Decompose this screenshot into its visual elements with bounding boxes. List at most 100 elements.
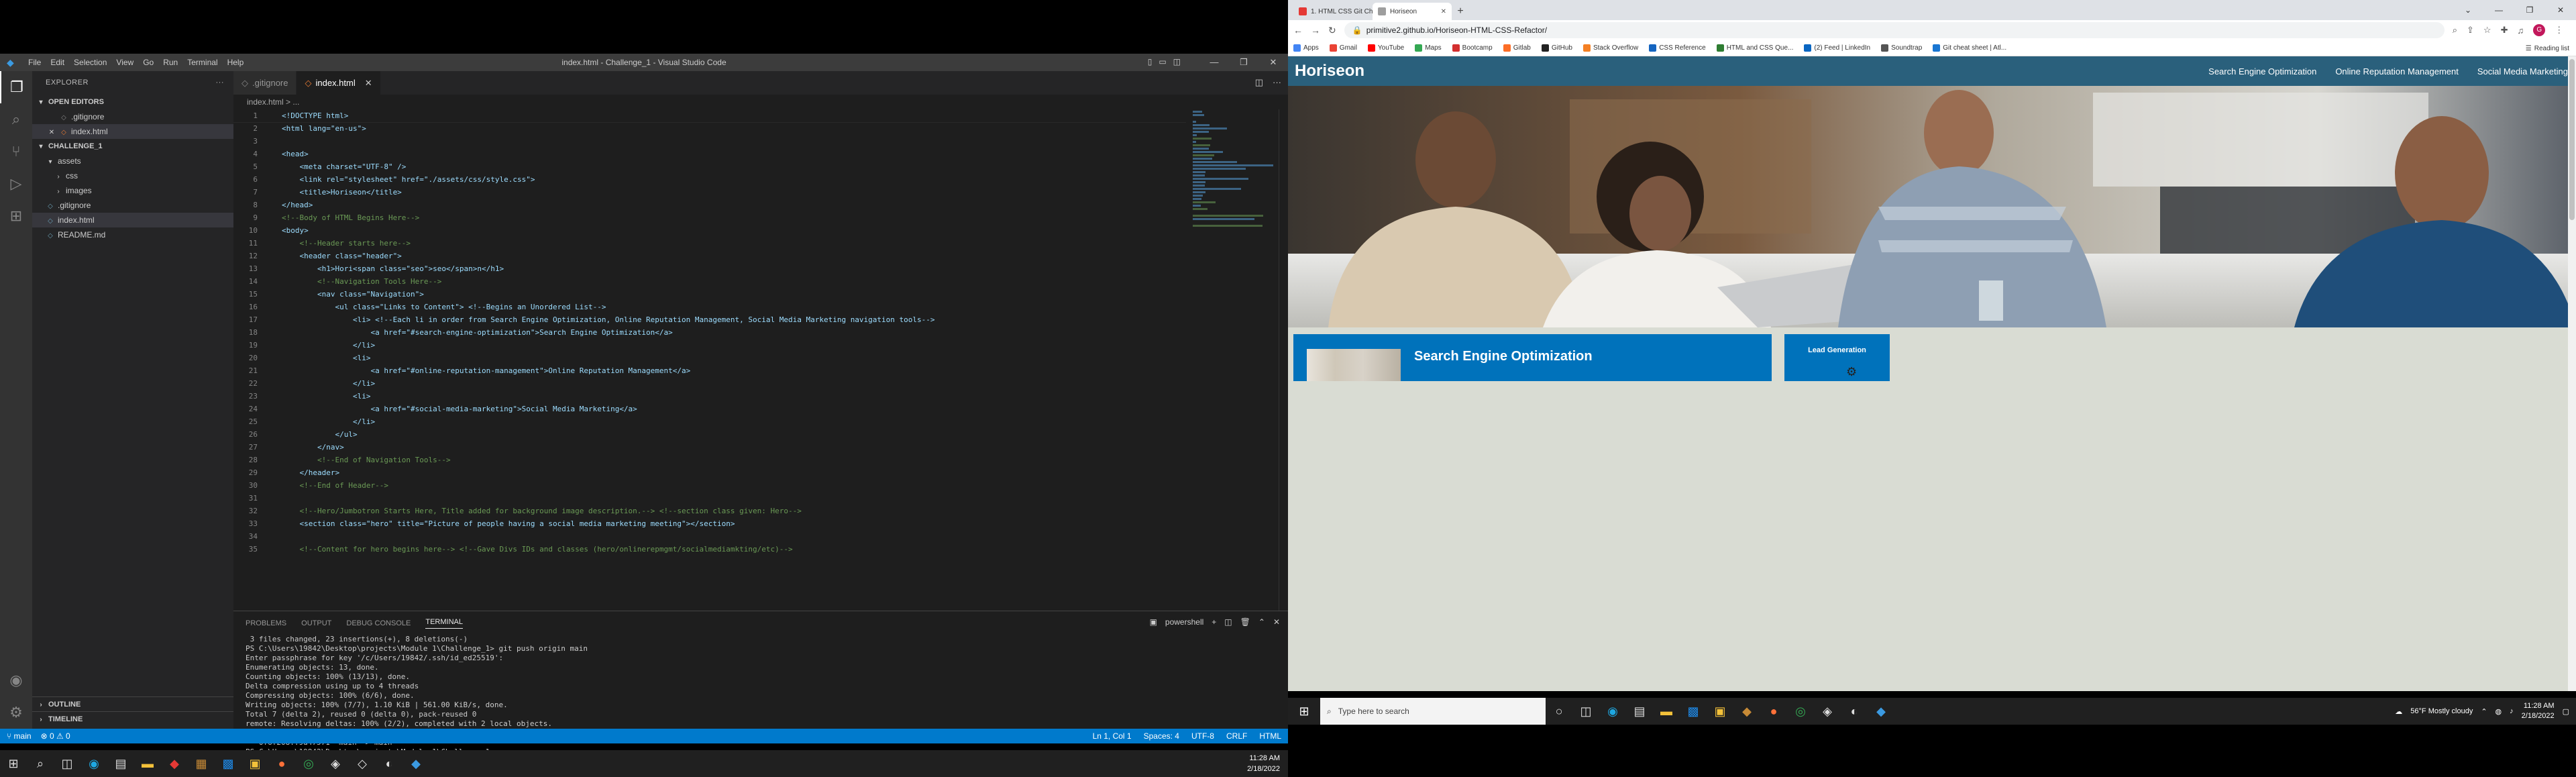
status-item[interactable]: HTML bbox=[1259, 731, 1281, 741]
search-icon[interactable]: ⌕ bbox=[27, 750, 54, 777]
bookmark-item[interactable]: Stack Overflow bbox=[1582, 44, 1638, 52]
close-icon[interactable]: ✕ bbox=[47, 125, 56, 140]
site-nav-link[interactable]: Search Engine Optimization bbox=[2208, 66, 2316, 76]
split-terminal-icon[interactable]: ◫ bbox=[1224, 617, 1232, 627]
taskbar-search[interactable]: ⌕ Type here to search bbox=[1320, 698, 1546, 725]
menu-item-go[interactable]: Go bbox=[143, 58, 154, 67]
panel-tab-debug-console[interactable]: DEBUG CONSOLE bbox=[346, 619, 411, 627]
kill-terminal-icon[interactable]: 🗑 bbox=[1240, 617, 1250, 627]
project-section[interactable]: ▾ CHALLENGE_1 bbox=[32, 139, 233, 154]
open-editors-section[interactable]: ▾ OPEN EDITORS bbox=[32, 95, 233, 109]
app-icon[interactable]: ◆ bbox=[161, 750, 188, 777]
photos-icon[interactable]: ▩ bbox=[215, 750, 241, 777]
open-editor-item[interactable]: ◇ .gitignore bbox=[32, 109, 233, 124]
accounts-icon[interactable]: ◉ bbox=[0, 664, 32, 696]
browser-tab[interactable]: Horiseon ✕ bbox=[1373, 3, 1452, 20]
search-icon[interactable]: ⌕ bbox=[0, 103, 32, 136]
minimize-button[interactable]: — bbox=[1199, 54, 1229, 71]
task-view-icon[interactable]: ◫ bbox=[54, 750, 80, 777]
bookmark-item[interactable]: Soundtrap bbox=[1881, 44, 1922, 52]
status-item[interactable]: Spaces: 4 bbox=[1144, 731, 1179, 741]
split-layout-icon[interactable]: ◫ bbox=[1173, 57, 1181, 66]
breadcrumb[interactable]: index.html > ... bbox=[233, 95, 1288, 109]
status-item[interactable]: UTF-8 bbox=[1191, 731, 1214, 741]
media-icon[interactable]: ♫ bbox=[2517, 25, 2524, 36]
source-control-icon[interactable]: ⑂ bbox=[0, 136, 32, 168]
folder-icon[interactable]: ▬ bbox=[1653, 698, 1680, 725]
store-icon[interactable]: ▤ bbox=[1626, 698, 1653, 725]
site-logo[interactable]: Horiseon bbox=[1295, 62, 1364, 81]
start-icon[interactable]: ⊞ bbox=[0, 750, 27, 777]
close-icon[interactable]: ✕ bbox=[1441, 8, 1446, 15]
explorer-icon[interactable]: ❐ bbox=[0, 71, 32, 103]
archive-icon[interactable]: ▣ bbox=[1707, 698, 1733, 725]
new-tab-button[interactable]: + bbox=[1452, 3, 1469, 20]
scroll-thumb[interactable] bbox=[2569, 59, 2575, 220]
folder-item[interactable]: › images bbox=[32, 183, 233, 198]
problems-status[interactable]: ⊗ 0 ⚠ 0 bbox=[41, 731, 70, 741]
toggle-sidebar-icon[interactable]: ▯ bbox=[1148, 57, 1152, 66]
network-icon[interactable]: ◍ bbox=[2496, 707, 2502, 716]
taskbar-clock[interactable]: 11:28 AM 2/18/2022 bbox=[2522, 701, 2555, 721]
folder-icon[interactable]: ▬ bbox=[134, 750, 161, 777]
tab-search-icon[interactable]: ⌄ bbox=[2453, 0, 2483, 20]
editor-scrollbar[interactable] bbox=[1279, 109, 1288, 611]
timeline-section[interactable]: › TIMELINE bbox=[32, 711, 233, 727]
bookmark-item[interactable]: CSS Reference bbox=[1649, 44, 1706, 52]
open-editor-item[interactable]: ✕ ◇ index.html bbox=[32, 124, 233, 139]
file-item[interactable]: ◇ README.md bbox=[32, 227, 233, 242]
app4-icon[interactable]: ◐ bbox=[1841, 698, 1868, 725]
close-panel-icon[interactable]: ✕ bbox=[1273, 617, 1280, 627]
bookmark-item[interactable]: (2) Feed | LinkedIn bbox=[1804, 44, 1870, 52]
cortana-icon[interactable]: ○ bbox=[1546, 698, 1572, 725]
chrome-icon[interactable]: ◎ bbox=[1787, 698, 1814, 725]
zoom-icon[interactable]: ⌕ bbox=[2453, 25, 2457, 36]
terminal-shell-icon[interactable]: ▣ bbox=[1150, 617, 1157, 627]
firefox-icon[interactable]: ● bbox=[268, 750, 295, 777]
code-editor[interactable]: 1 <!DOCTYPE html> 2 <html lang="en-us"> 3 4 <h… bbox=[233, 109, 1186, 611]
site-nav-link[interactable]: Social Media Marketing bbox=[2477, 66, 2568, 76]
menu-item-help[interactable]: Help bbox=[227, 58, 244, 67]
reading-list[interactable]: ☰ Reading list bbox=[2526, 40, 2569, 56]
bookmark-item[interactable]: HTML and CSS Que... bbox=[1716, 44, 1793, 52]
more-actions-icon[interactable]: ··· bbox=[1273, 77, 1281, 88]
restore-button[interactable]: ❐ bbox=[2514, 0, 2545, 20]
site-nav-link[interactable]: Online Reputation Management bbox=[2335, 66, 2459, 76]
address-bar[interactable]: 🔒 primitive2.github.io/Horiseon-HTML-CSS… bbox=[1344, 22, 2445, 38]
toggle-panel-icon[interactable]: ▭ bbox=[1159, 57, 1166, 66]
vscode-taskbar-icon[interactable]: ◆ bbox=[1868, 698, 1894, 725]
bookmark-item[interactable]: YouTube bbox=[1367, 44, 1404, 52]
more-actions-icon[interactable]: ··· bbox=[216, 71, 225, 95]
branch-status[interactable]: ⑂ main bbox=[7, 731, 32, 741]
panel-tab-problems[interactable]: PROBLEMS bbox=[246, 619, 286, 627]
store-icon[interactable]: ▤ bbox=[107, 750, 134, 777]
split-editor-icon[interactable]: ◫ bbox=[1255, 77, 1263, 88]
edge-icon[interactable]: ◉ bbox=[80, 750, 107, 777]
volume-icon[interactable]: ♪ bbox=[2510, 707, 2514, 715]
menu-item-edit[interactable]: Edit bbox=[50, 58, 64, 67]
menu-item-file[interactable]: File bbox=[28, 58, 41, 67]
status-item[interactable]: CRLF bbox=[1226, 731, 1247, 741]
close-icon[interactable]: ✕ bbox=[365, 78, 372, 89]
panel-tab-terminal[interactable]: TERMINAL bbox=[425, 618, 463, 629]
forward-icon[interactable]: → bbox=[1311, 25, 1320, 36]
taskbar-clock[interactable]: 11:28 AM 2/18/2022 bbox=[1247, 753, 1280, 774]
run-debug-icon[interactable]: ▷ bbox=[0, 168, 32, 200]
menu-item-terminal[interactable]: Terminal bbox=[187, 58, 217, 67]
task-view-icon[interactable]: ◫ bbox=[1572, 698, 1599, 725]
edge-icon[interactable]: ◉ bbox=[1599, 698, 1626, 725]
browser-tab[interactable]: 1. HTML CSS Git Challenge: Cod✕ bbox=[1293, 3, 1373, 20]
bookmark-item[interactable]: Bootcamp bbox=[1452, 44, 1493, 52]
bookmark-star-icon[interactable]: ☆ bbox=[2483, 25, 2491, 36]
close-button[interactable]: ✕ bbox=[2545, 0, 2576, 20]
profile-avatar[interactable]: G bbox=[2533, 24, 2546, 36]
calendar-icon[interactable]: ▦ bbox=[188, 750, 215, 777]
close-button[interactable]: ✕ bbox=[1258, 54, 1288, 71]
bookmark-item[interactable]: Git cheat sheet | Atl... bbox=[1933, 44, 2006, 52]
folder-item[interactable]: › css bbox=[32, 168, 233, 183]
minimap[interactable] bbox=[1193, 109, 1273, 244]
terminal-shell-label[interactable]: powershell bbox=[1165, 617, 1203, 627]
folder-item[interactable]: ▾ assets bbox=[32, 154, 233, 168]
share-icon[interactable]: ⇪ bbox=[2467, 25, 2474, 36]
reload-icon[interactable]: ↻ bbox=[1328, 25, 1336, 36]
